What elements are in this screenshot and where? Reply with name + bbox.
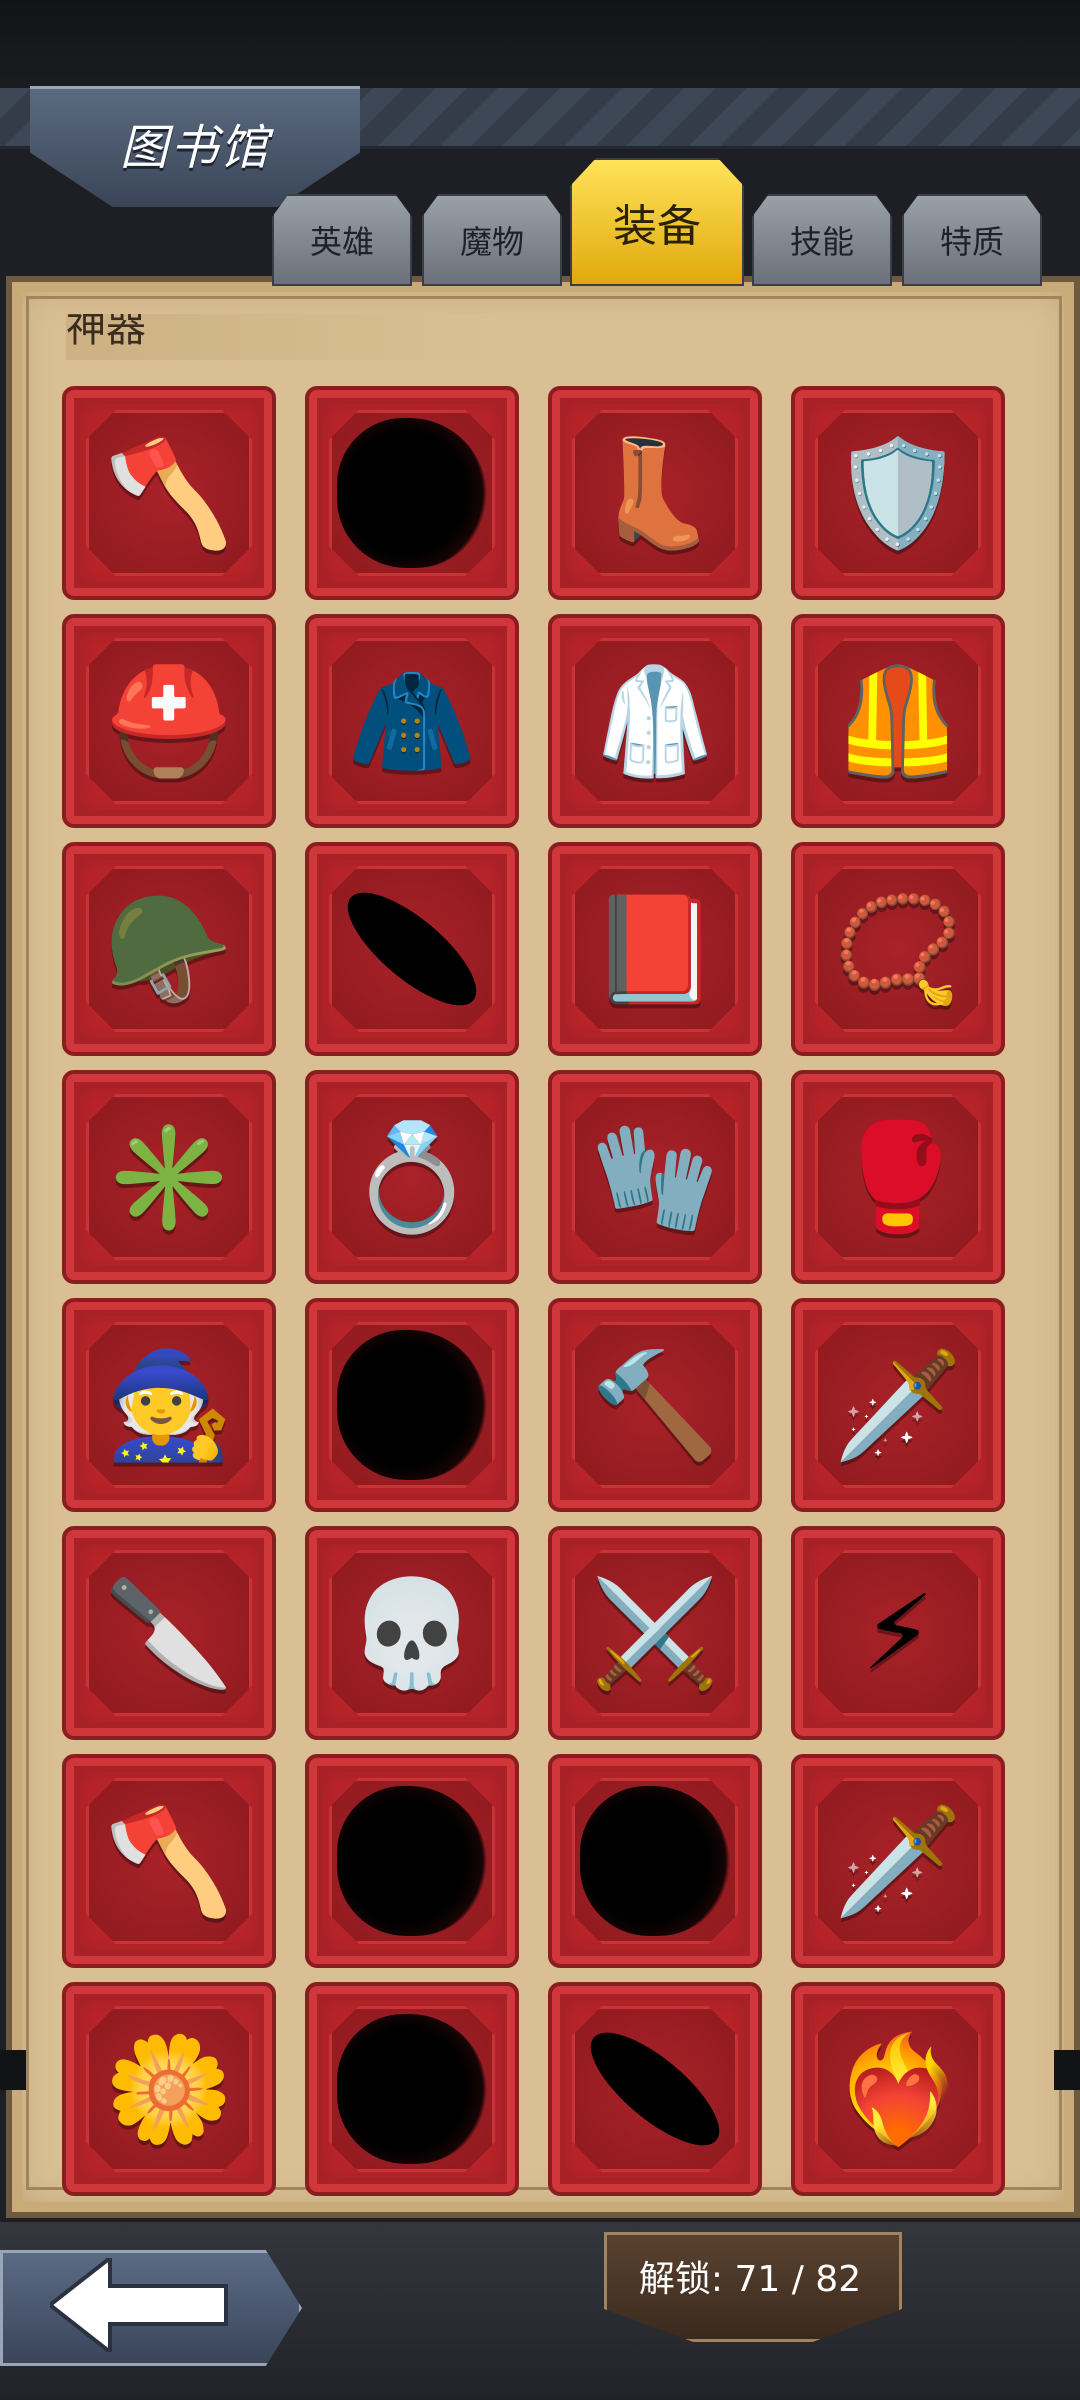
locked-silhouette-icon [337,2014,487,2164]
steel-spear-icon: ⚔️ [590,1572,720,1694]
item-slot[interactable]: 💀 [305,1526,519,1740]
item-slot[interactable]: ⛑️ [62,614,276,828]
item-slot[interactable] [305,1298,519,1512]
item-slot[interactable] [305,1982,519,2196]
locked-silhouette-icon [331,874,493,1024]
item-slot[interactable]: 🦺 [791,614,1005,828]
item-slot[interactable]: 🪓 [62,386,276,600]
item-slot[interactable]: 🧥 [305,614,519,828]
item-slot[interactable]: 🔪 [62,1526,276,1740]
item-slot[interactable]: 🛡️ [791,386,1005,600]
tab-heroes[interactable]: 英雄 [272,194,412,286]
item-slot[interactable] [305,842,519,1056]
item-slot[interactable]: 🗡️ [791,1754,1005,1968]
blood-greatsword-icon: 🗡️ [833,1800,963,1922]
item-slot[interactable]: 🪓 [62,1754,276,1968]
item-slot[interactable]: 📕 [548,842,762,1056]
winged-boots-icon: 👢 [590,432,720,554]
tab-traits[interactable]: 特质 [902,194,1042,286]
poison-dagger-icon: 🔪 [104,1572,234,1694]
red-tome-icon: 📕 [590,888,720,1010]
frame-notch-right [1054,2050,1080,2090]
tab-monsters[interactable]: 魔物 [422,194,562,286]
item-slot[interactable] [305,1754,519,1968]
item-slot[interactable] [548,1982,762,2196]
locked-silhouette-icon [337,1786,487,1936]
item-slot[interactable]: 🥊 [791,1070,1005,1284]
back-arrow-icon[interactable] [50,2258,230,2352]
locked-silhouette-icon [574,2014,736,2164]
gem-scepter-icon: ✳️ [104,1116,234,1238]
item-slot[interactable]: 🥼 [548,614,762,828]
item-slot[interactable]: 💍 [305,1070,519,1284]
section-label: 神器 [66,314,496,360]
lightning-spear-icon: ⚡ [861,1572,935,1694]
skull-hook-icon: 💀 [347,1572,477,1694]
item-slot[interactable]: ✳️ [62,1070,276,1284]
item-slot[interactable]: 🪖 [62,842,276,1056]
locked-silhouette-icon [337,1330,487,1480]
flaming-heart-icon: ❤️‍🔥 [833,2028,963,2150]
item-slot[interactable]: 🗡️ [791,1298,1005,1512]
page-title: 图书馆 [119,120,270,176]
item-slot[interactable]: 🧙 [62,1298,276,1512]
wizard-hat-icon: 🧙 [104,1344,234,1466]
crystal-sword-icon: 🗡️ [833,1344,963,1466]
frost-gauntlet-icon: 🧤 [590,1116,720,1238]
item-slot[interactable] [548,1754,762,1968]
item-slot[interactable]: 🧤 [548,1070,762,1284]
golden-hood-helmet-icon: ⛑️ [104,660,234,782]
flower-staff-icon: 🌼 [104,2028,234,2150]
golden-gauntlet-icon: 🥊 [833,1116,963,1238]
item-slot[interactable]: 🔨 [548,1298,762,1512]
cloak-icon: 🥼 [590,660,720,782]
ruby-pendant-icon: 📿 [833,888,963,1010]
item-slot[interactable]: ⚡ [791,1526,1005,1740]
lightning-shield-icon: 🛡️ [833,432,963,554]
winged-knight-helmet-icon: 🪖 [104,888,234,1010]
item-slot[interactable]: 🌼 [62,1982,276,2196]
war-hammer-icon: 🔨 [590,1344,720,1466]
locked-silhouette-icon [337,418,487,568]
tab-skills[interactable]: 技能 [752,194,892,286]
item-slot[interactable] [305,386,519,600]
tab-equipment[interactable]: 装备 [570,158,744,286]
golden-winged-axe-icon: 🪓 [104,432,234,554]
green-armor-icon: 🦺 [833,660,963,782]
unlock-count: 解锁: 71 / 82 [638,2259,862,2300]
status-area [0,0,1080,88]
jeweled-ring-icon: 💍 [347,1116,477,1238]
item-slot[interactable]: 📿 [791,842,1005,1056]
item-slot[interactable]: ❤️‍🔥 [791,1982,1005,2196]
crimson-battle-axe-icon: 🪓 [104,1800,234,1922]
item-slot[interactable]: 👢 [548,386,762,600]
frame-notch-left [0,2050,26,2090]
locked-silhouette-icon [580,1786,730,1936]
item-slot[interactable]: ⚔️ [548,1526,762,1740]
royal-cape-icon: 🧥 [347,660,477,782]
